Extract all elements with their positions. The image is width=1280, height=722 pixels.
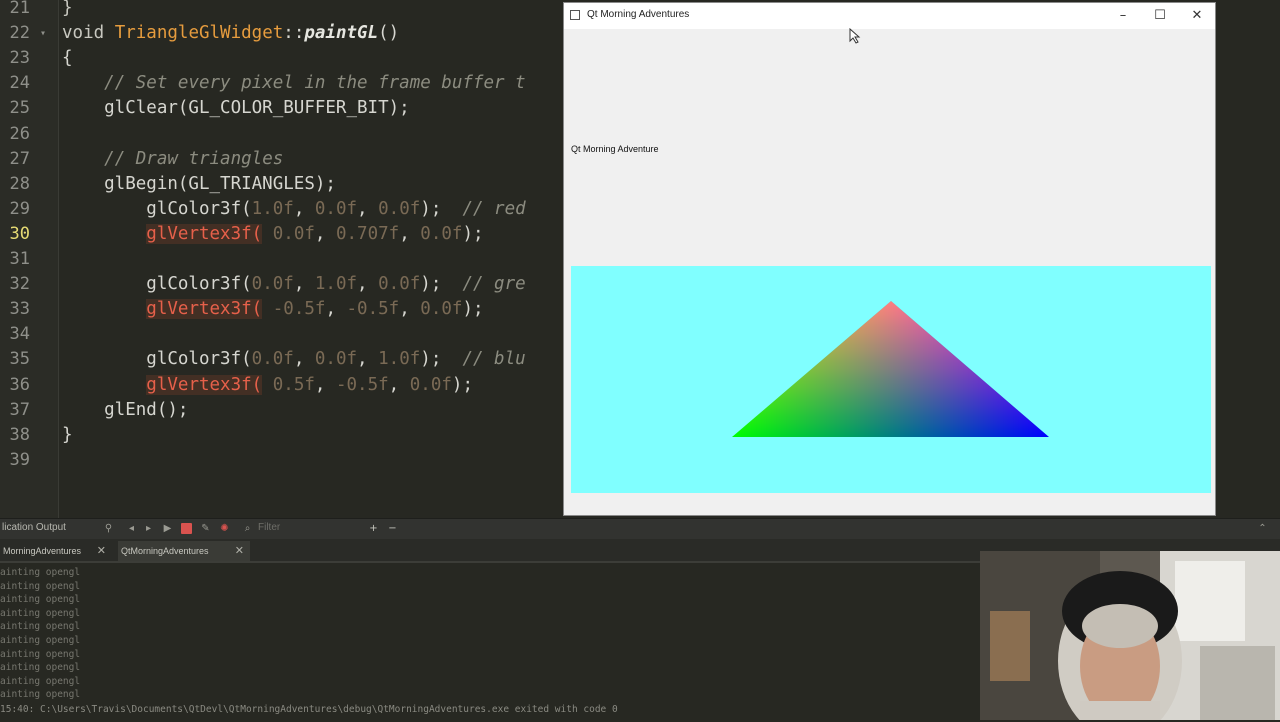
output-line: ainting opengl: [0, 689, 81, 701]
webcam-image: [980, 551, 1280, 720]
tab-label: MorningAdventures: [3, 546, 82, 556]
code-text[interactable]: // Draw triangles: [62, 147, 283, 172]
webcam-overlay: [980, 551, 1280, 720]
code-text[interactable]: glBegin(GL_TRIANGLES);: [62, 172, 336, 197]
prev-icon[interactable]: ◂: [126, 523, 137, 534]
close-icon[interactable]: ✕: [235, 541, 244, 561]
line-number: 37: [9, 399, 30, 420]
zoom-out-icon[interactable]: −: [387, 523, 398, 534]
application-output[interactable]: ainting opengl ainting opengl ainting open…: [0, 561, 980, 722]
tab-label: QtMorningAdventures: [121, 546, 209, 556]
code-text[interactable]: glColor3f(0.0f, 1.0f, 0.0f); // gre: [62, 272, 525, 297]
line-number: 30: [9, 223, 30, 244]
next-icon[interactable]: ▸: [143, 523, 154, 534]
line-number: 26: [9, 123, 30, 144]
close-button[interactable]: ✕: [1179, 5, 1215, 27]
window-title: Qt Morning Adventures: [587, 9, 690, 20]
code-text[interactable]: glVertex3f( -0.5f, -0.5f, 0.0f);: [62, 297, 484, 322]
chevron-up-icon[interactable]: ⌃: [1257, 523, 1268, 534]
code-text[interactable]: glVertex3f( 0.5f, -0.5f, 0.0f);: [62, 373, 473, 398]
output-line: ainting opengl: [0, 662, 81, 674]
line-number: 39: [9, 449, 30, 470]
window-titlebar[interactable]: Qt Morning Adventures – ☐ ✕: [564, 3, 1215, 29]
code-text[interactable]: glEnd();: [62, 398, 188, 423]
zoom-in-icon[interactable]: +: [368, 523, 379, 534]
code-text[interactable]: glColor3f(1.0f, 0.0f, 0.0f); // red: [62, 197, 525, 222]
fold-icon[interactable]: ▾: [40, 21, 46, 46]
app-icon: [570, 10, 580, 20]
line-number: 29: [9, 198, 30, 219]
line-number: 35: [9, 349, 30, 370]
line-number: 31: [9, 249, 30, 269]
code-text[interactable]: glClear(GL_COLOR_BUFFER_BIT);: [62, 96, 410, 121]
tab-qtmorningadventures[interactable]: QtMorningAdventures ✕: [118, 541, 250, 561]
triangle-red-vertex: [732, 301, 1049, 437]
output-line: ainting opengl: [0, 648, 81, 660]
code-text[interactable]: }: [62, 423, 73, 448]
minimize-button[interactable]: –: [1105, 5, 1141, 27]
maximize-button[interactable]: ☐: [1142, 5, 1178, 27]
exit-status-line: 15:40: C:\Users\Travis\Documents\QtDevl\…: [0, 704, 618, 715]
output-toolbar: lication Output ⚲ ◂ ▸ ▶ ✎ ✺ ⌕ Filter + −…: [0, 518, 1280, 539]
filter-input[interactable]: Filter: [258, 522, 280, 533]
line-number: 28: [9, 173, 30, 194]
line-number: 24: [9, 73, 30, 94]
output-line: ainting opengl: [0, 621, 81, 633]
code-text[interactable]: glColor3f(0.0f, 0.0f, 1.0f); // blu: [62, 347, 525, 372]
settings-icon[interactable]: ✺: [219, 523, 230, 534]
line-number: 21: [9, 0, 30, 18]
close-icon[interactable]: ✕: [97, 541, 106, 561]
attach-icon[interactable]: ⚲: [103, 523, 114, 534]
line-number: 32: [9, 274, 30, 295]
code-text[interactable]: // Set every pixel in the frame buffer t: [62, 71, 525, 96]
output-line: ainting opengl: [0, 594, 81, 606]
line-number: 25: [9, 98, 30, 119]
output-line: ainting opengl: [0, 635, 81, 646]
line-number: 38: [9, 424, 30, 445]
line-number: 22: [9, 23, 30, 44]
line-number: 23: [9, 48, 30, 69]
run-icon[interactable]: ▶: [162, 523, 173, 534]
output-line: ainting opengl: [0, 607, 81, 619]
output-panel-title: lication Output: [2, 522, 66, 533]
code-text[interactable]: void TriangleGlWidget::paintGL(): [62, 21, 399, 46]
code-text[interactable]: }: [62, 0, 73, 21]
widget-label: Qt Morning Adventure: [571, 144, 659, 154]
mouse-cursor-icon: [849, 28, 861, 44]
line-number: 34: [9, 324, 30, 345]
code-text[interactable]: {: [62, 46, 73, 71]
line-number: 27: [9, 148, 30, 169]
line-number: 36: [9, 374, 30, 395]
clean-icon[interactable]: ✎: [200, 523, 211, 534]
tab-morningadventures[interactable]: MorningAdventures ✕: [0, 541, 112, 561]
output-line: ainting opengl: [0, 580, 81, 592]
search-icon: ⌕: [244, 523, 251, 534]
line-number: 33: [9, 299, 30, 320]
stop-icon[interactable]: [181, 523, 192, 534]
output-line: ainting opengl: [0, 567, 81, 578]
app-window[interactable]: Qt Morning Adventures – ☐ ✕ Qt Morning A…: [563, 2, 1216, 516]
output-line: ainting opengl: [0, 675, 81, 687]
opengl-viewport[interactable]: [571, 266, 1211, 493]
code-text[interactable]: glVertex3f( 0.0f, 0.707f, 0.0f);: [62, 222, 484, 247]
triangle-render: [732, 301, 1049, 437]
